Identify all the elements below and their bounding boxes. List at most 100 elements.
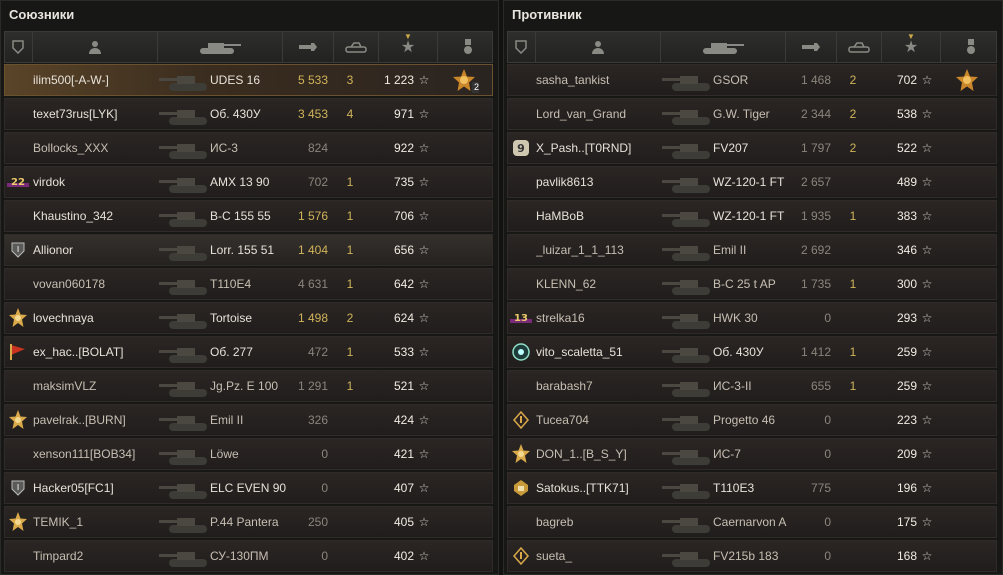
player-row[interactable]: Khaustino_342 B-C 155 55 1 576 1 706 ☆ — [4, 200, 493, 232]
vehicle-name: AMX 13 90 — [210, 175, 270, 189]
svg-text:22: 22 — [11, 177, 25, 188]
shell-icon — [802, 43, 820, 51]
badge-slot — [510, 439, 532, 469]
svg-text:I: I — [17, 245, 19, 254]
player-icon — [592, 41, 604, 54]
tank-silhouette-icon — [662, 552, 710, 567]
damage-value: 1 404 — [297, 243, 328, 257]
player-row[interactable]: 22 virdok AMX 13 90 702 1 735 ☆ — [4, 166, 493, 198]
vehicle-name: GSOR — [713, 73, 749, 87]
medal-icon[interactable]: 2 — [453, 69, 479, 93]
player-row[interactable]: vovan060178 T110E4 4 631 1 642 ☆ — [4, 268, 493, 300]
player-row[interactable]: DON_1..[B_S_Y] ИС-7 0 209 ☆ — [507, 438, 997, 470]
player-name: sasha_tankist — [536, 73, 610, 87]
player-row[interactable]: ilim500[-A-W-] UDES 16 5 533 3 1 223 ☆ 2 — [4, 64, 493, 96]
star-icon: ☆ — [418, 243, 430, 257]
badge-slot — [7, 371, 29, 401]
star-icon: ☆ — [921, 345, 933, 359]
damage-column-header[interactable] — [785, 32, 836, 62]
vehicle-name: FV215b 183 — [713, 549, 779, 563]
star-icon: ☆ — [921, 243, 933, 257]
vehicle-name: Emil II — [713, 243, 747, 257]
player-row[interactable]: HaMBoB WZ-120-1 FT 1 935 1 383 ☆ — [507, 200, 997, 232]
damage-value: 2 692 — [800, 243, 831, 257]
player-row[interactable]: barabash7 ИС-3-II 655 1 259 ☆ — [507, 370, 997, 402]
vehicle-column-header[interactable] — [157, 32, 282, 62]
badge-slot — [7, 65, 29, 95]
player-column-header[interactable] — [535, 32, 660, 62]
badge-slot — [510, 235, 532, 265]
medal-column-header[interactable] — [437, 32, 497, 62]
tank-silhouette-icon — [159, 416, 207, 431]
player-row[interactable]: texet73rus[LYK] Об. 430У 3 453 4 971 ☆ — [4, 98, 493, 130]
vehicle-column-header[interactable] — [660, 32, 785, 62]
damage-column-header[interactable] — [282, 32, 333, 62]
kills-value: 2 — [849, 141, 857, 155]
xp-column-header[interactable]: ▼ ★ — [378, 32, 437, 62]
medal-icon[interactable] — [956, 69, 978, 91]
damage-value: 0 — [824, 413, 831, 427]
player-row[interactable]: Tucea704 Progetto 46 0 223 ☆ — [507, 404, 997, 436]
kills-column-header[interactable] — [333, 32, 378, 62]
xp-value: 489 — [896, 175, 917, 189]
player-row[interactable]: 9 X_Pash..[T0RND] FV207 1 797 2 522 ☆ — [507, 132, 997, 164]
player-row[interactable]: KLENN_62 B-C 25 t AP 1 735 1 300 ☆ — [507, 268, 997, 300]
tank-thumbnail — [155, 99, 215, 129]
player-column-header[interactable] — [32, 32, 157, 62]
player-row[interactable]: sueta_ FV215b 183 0 168 ☆ — [507, 540, 997, 572]
damage-value: 4 631 — [297, 277, 328, 291]
medal-column-header[interactable] — [940, 32, 1001, 62]
damage-value: 1 735 — [800, 277, 831, 291]
player-name: DON_1..[B_S_Y] — [536, 447, 627, 461]
badge-column-header[interactable] — [508, 32, 534, 62]
player-row[interactable]: vito_scaletta_51 Об. 430У 1 412 1 259 ☆ — [507, 336, 997, 368]
player-row[interactable]: maksimVLZ Jg.Pz. E 100 1 291 1 521 ☆ — [4, 370, 493, 402]
player-row[interactable]: pavelrak..[BURN] Emil II 326 424 ☆ — [4, 404, 493, 436]
player-name: ilim500[-A-W-] — [33, 73, 109, 87]
player-name: vovan060178 — [33, 277, 106, 291]
player-row[interactable]: Lord_van_Grand G.W. Tiger 2 344 2 538 ☆ — [507, 98, 997, 130]
player-row[interactable]: 13 strelka16 HWK 30 0 293 ☆ — [507, 302, 997, 334]
xp-value: 223 — [896, 413, 917, 427]
kills-value: 1 — [849, 209, 857, 223]
kills-column-header[interactable] — [836, 32, 881, 62]
tank-silhouette-icon — [662, 450, 710, 465]
player-row[interactable]: xenson111[BOB34] Löwe 0 421 ☆ — [4, 438, 493, 470]
star-icon: ☆ — [921, 209, 933, 223]
player-row[interactable]: _luizar_1_1_113 Emil II 2 692 346 ☆ — [507, 234, 997, 266]
tank-silhouette-icon — [159, 246, 207, 261]
tank-silhouette-icon — [159, 484, 207, 499]
player-row[interactable]: TEMIK_1 P.44 Pantera 250 405 ☆ — [4, 506, 493, 538]
tank-thumbnail — [658, 201, 718, 231]
kills-value: 1 — [849, 345, 857, 359]
xp-value: 538 — [896, 107, 917, 121]
player-row[interactable]: sasha_tankist GSOR 1 468 2 702 ☆ — [507, 64, 997, 96]
player-row[interactable]: Timpard2 СУ-130ПМ 0 402 ☆ — [4, 540, 493, 572]
kills-value — [838, 303, 868, 333]
player-row[interactable]: pavlik8613 WZ-120-1 FT 2 657 489 ☆ — [507, 166, 997, 198]
medal-icon — [967, 39, 975, 54]
player-row[interactable]: Satokus..[TTK71] T110E3 775 196 ☆ — [507, 472, 997, 504]
player-row[interactable]: lovechnaya Tortoise 1 498 2 624 ☆ — [4, 302, 493, 334]
gear-badge-icon — [512, 343, 530, 361]
player-row[interactable]: bagreb Caernarvon A 0 175 ☆ — [507, 506, 997, 538]
vehicle-name: T110E3 — [713, 481, 755, 495]
xp-value: 922 — [393, 141, 414, 155]
damage-value: 1 935 — [800, 209, 831, 223]
tank-thumbnail — [155, 405, 215, 435]
damage-value: 0 — [824, 515, 831, 529]
star-icon: ☆ — [418, 73, 430, 87]
player-name: Satokus..[TTK71] — [536, 481, 629, 495]
xp-column-header[interactable]: ▼ ★ — [881, 32, 940, 62]
medal-slot — [952, 439, 982, 469]
player-row[interactable]: I Hacker05[FC1] ELC EVEN 90 0 407 ☆ — [4, 472, 493, 504]
badge-column-header[interactable] — [5, 32, 31, 62]
damage-value: 824 — [307, 141, 328, 155]
medal-slot — [952, 269, 982, 299]
badge-slot — [510, 541, 532, 571]
kills-value: 4 — [346, 107, 354, 121]
medal-slot — [449, 133, 479, 163]
player-row[interactable]: I Allionor Lorr. 155 51 1 404 1 656 ☆ — [4, 234, 493, 266]
player-row[interactable]: Bollocks_XXX ИС-3 824 922 ☆ — [4, 132, 493, 164]
player-row[interactable]: ex_hac..[BOLAT] Об. 277 472 1 533 ☆ — [4, 336, 493, 368]
